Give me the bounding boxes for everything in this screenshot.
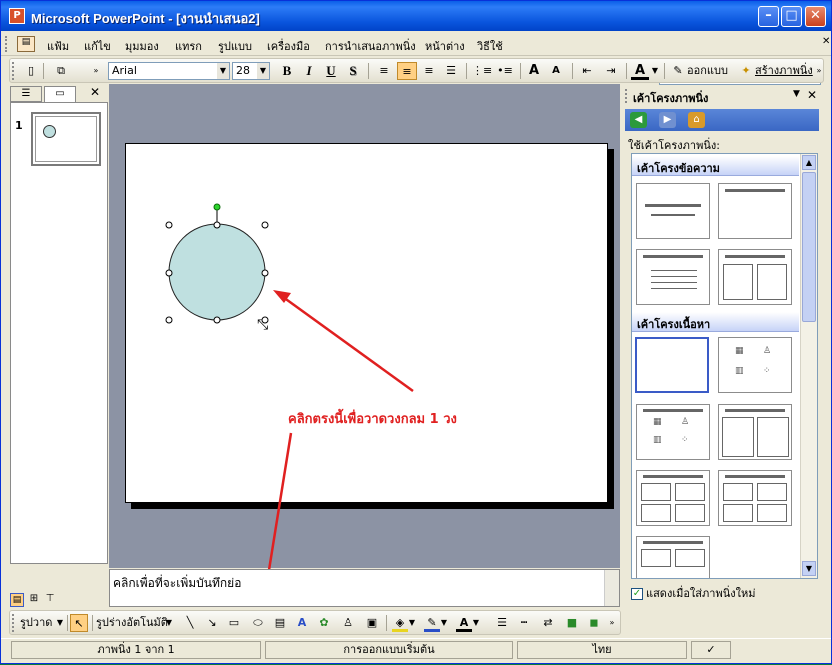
apply-layout-label: ใช้เค้าโครงภาพนิ่ง:: [628, 139, 720, 152]
text-color-arrow-icon[interactable]: ▼: [472, 614, 480, 632]
line-tool-icon[interactable]: ╲: [182, 614, 198, 632]
scroll-down-icon[interactable]: ▼: [802, 561, 816, 576]
layout-title-four-content[interactable]: [636, 470, 710, 526]
show-on-insert-option[interactable]: ✓ แสดงเมื่อใส่ภาพนิ่งใหม่: [631, 584, 755, 602]
status-bar: ภาพนิ่ง 1 จาก 1 การออกแบบเริ่มต้น ไทย ✓: [1, 638, 831, 660]
diagram-icon: ⁘: [763, 366, 771, 376]
task-pane: เค้าโครงภาพนิ่ง ▼ ✕ ◀ ▶ ⌂ ใช้เค้าโครงภาพ…: [623, 85, 821, 608]
layout-title-and-text[interactable]: [636, 249, 710, 305]
gallery-scrollbar[interactable]: ▲ ▼: [800, 154, 817, 578]
resize-handle-ne[interactable]: [261, 221, 269, 229]
task-pane-nav: ◀ ▶ ⌂: [625, 109, 819, 131]
text-color-icon[interactable]: A: [456, 614, 472, 632]
resize-cursor-icon: ⤡: [257, 317, 268, 333]
layout-title-content-extra[interactable]: [636, 536, 710, 578]
select-pointer-icon[interactable]: ↖: [70, 614, 88, 632]
wordart-tool-icon[interactable]: A: [294, 614, 310, 632]
fill-color-icon[interactable]: ◈: [392, 614, 408, 632]
view-buttons: ▤ ⊞ ⊤: [10, 593, 58, 609]
task-pane-close-icon[interactable]: ✕: [807, 88, 817, 102]
home-icon[interactable]: ⌂: [688, 112, 705, 128]
clipart-icon: ♙: [763, 346, 772, 356]
resize-handle-w[interactable]: [165, 269, 173, 277]
annotation-arrow-to-circle: [282, 295, 414, 393]
table-icon: ▦: [735, 346, 744, 356]
arrow-style-icon[interactable]: ⇄: [540, 614, 556, 632]
layout-content[interactable]: ▦ ♙ ▥ ⁘: [718, 337, 792, 393]
resize-handle-s[interactable]: [213, 316, 221, 324]
rectangle-tool-icon[interactable]: ▭: [226, 614, 242, 632]
drawbar-grip[interactable]: [12, 614, 15, 632]
task-pane-grip[interactable]: [625, 89, 628, 103]
layout-title-slide[interactable]: [636, 183, 710, 239]
clipart-tool-icon[interactable]: ♙: [340, 614, 356, 632]
layout-blank[interactable]: [635, 337, 709, 393]
3d-style-icon[interactable]: ◼: [586, 614, 602, 632]
notes-scrollbar[interactable]: [604, 570, 619, 606]
scroll-up-icon[interactable]: ▲: [802, 155, 816, 170]
layout-title-and-content[interactable]: ▦ ♙ ▥ ⁘: [636, 404, 710, 460]
status-slide-count: ภาพนิ่ง 1 จาก 1: [11, 641, 261, 659]
drawbar-overflow-icon[interactable]: »: [608, 614, 616, 632]
chart-icon: ▥: [735, 366, 744, 376]
textbox-tool-icon[interactable]: ▤: [272, 614, 288, 632]
spelling-status-icon[interactable]: ✓: [691, 641, 731, 659]
picture-tool-icon[interactable]: ▣: [364, 614, 380, 632]
layout-gallery: เค้าโครงข้อความ เค้าโครงเนื้อหา ▦ ♙ ▥ ⁘ …: [631, 153, 818, 579]
dash-style-icon[interactable]: ┅: [516, 614, 532, 632]
line-color-arrow-icon[interactable]: ▼: [440, 614, 448, 632]
rotation-handle[interactable]: [213, 203, 221, 211]
arrow-tool-icon[interactable]: ↘: [204, 614, 220, 632]
forward-icon[interactable]: ▶: [659, 112, 676, 128]
layout-title-only[interactable]: [718, 183, 792, 239]
notes-pane[interactable]: คลิกเพื่อที่จะเพิ่มบันทึกย่อ: [109, 569, 620, 607]
shadow-style-icon[interactable]: ■: [564, 614, 580, 632]
fill-color-arrow-icon[interactable]: ▼: [408, 614, 416, 632]
slide-sorter-icon[interactable]: ⊞: [27, 593, 41, 607]
diagram-tool-icon[interactable]: ✿: [316, 614, 332, 632]
layout-two-column-text[interactable]: [718, 249, 792, 305]
layout-title-content-mix[interactable]: [718, 470, 792, 526]
back-icon[interactable]: ◀: [630, 112, 647, 128]
drawing-toolbar: รูปวาด ▼ ↖ รูปร่างอัตโนมัติ ▼ ╲ ↘ ▭ ⬭ ▤ …: [9, 610, 621, 635]
notes-placeholder: คลิกเพื่อที่จะเพิ่มบันทึกย่อ: [113, 576, 242, 590]
status-language: ไทย: [517, 641, 687, 659]
show-on-insert-checkbox[interactable]: ✓: [631, 588, 643, 600]
normal-view-icon[interactable]: ▤: [10, 593, 24, 607]
task-pane-header: เค้าโครงภาพนิ่ง ▼ ✕: [623, 85, 821, 107]
autoshapes-arrow-icon[interactable]: ▼: [165, 614, 173, 632]
scroll-thumb[interactable]: [802, 172, 816, 322]
selected-circle-shape[interactable]: [168, 223, 266, 321]
layout-title-two-content[interactable]: [718, 404, 792, 460]
resize-handle-n[interactable]: [213, 221, 221, 229]
section-text-layouts: เค้าโครงข้อความ: [632, 156, 799, 176]
draw-menu-arrow-icon[interactable]: ▼: [56, 614, 64, 632]
line-color-icon[interactable]: ✎: [424, 614, 440, 632]
oval-tool-icon[interactable]: ⬭: [249, 614, 267, 632]
resize-handle-sw[interactable]: [165, 316, 173, 324]
annotation-text: คลิกตรงนี้เพื่อวาดวงกลม 1 วง: [288, 408, 457, 427]
task-pane-title: เค้าโครงภาพนิ่ง: [633, 92, 709, 105]
show-on-insert-label: แสดงเมื่อใส่ภาพนิ่งใหม่: [646, 587, 756, 600]
slideshow-icon[interactable]: ⊤: [43, 593, 57, 607]
status-design-name: การออกแบบเริ่มต้น: [265, 641, 513, 659]
section-content-layouts: เค้าโครงเนื้อหา: [632, 312, 799, 332]
resize-handle-e[interactable]: [261, 269, 269, 277]
autoshapes-button[interactable]: รูปร่างอัตโนมัติ: [96, 614, 172, 632]
resize-handle-nw[interactable]: [165, 221, 173, 229]
powerpoint-window: P Microsoft PowerPoint - [งานนำเสนอ2] – …: [0, 0, 832, 664]
task-pane-menu-icon[interactable]: ▼: [793, 89, 800, 99]
line-style-icon[interactable]: ☰: [494, 614, 510, 632]
